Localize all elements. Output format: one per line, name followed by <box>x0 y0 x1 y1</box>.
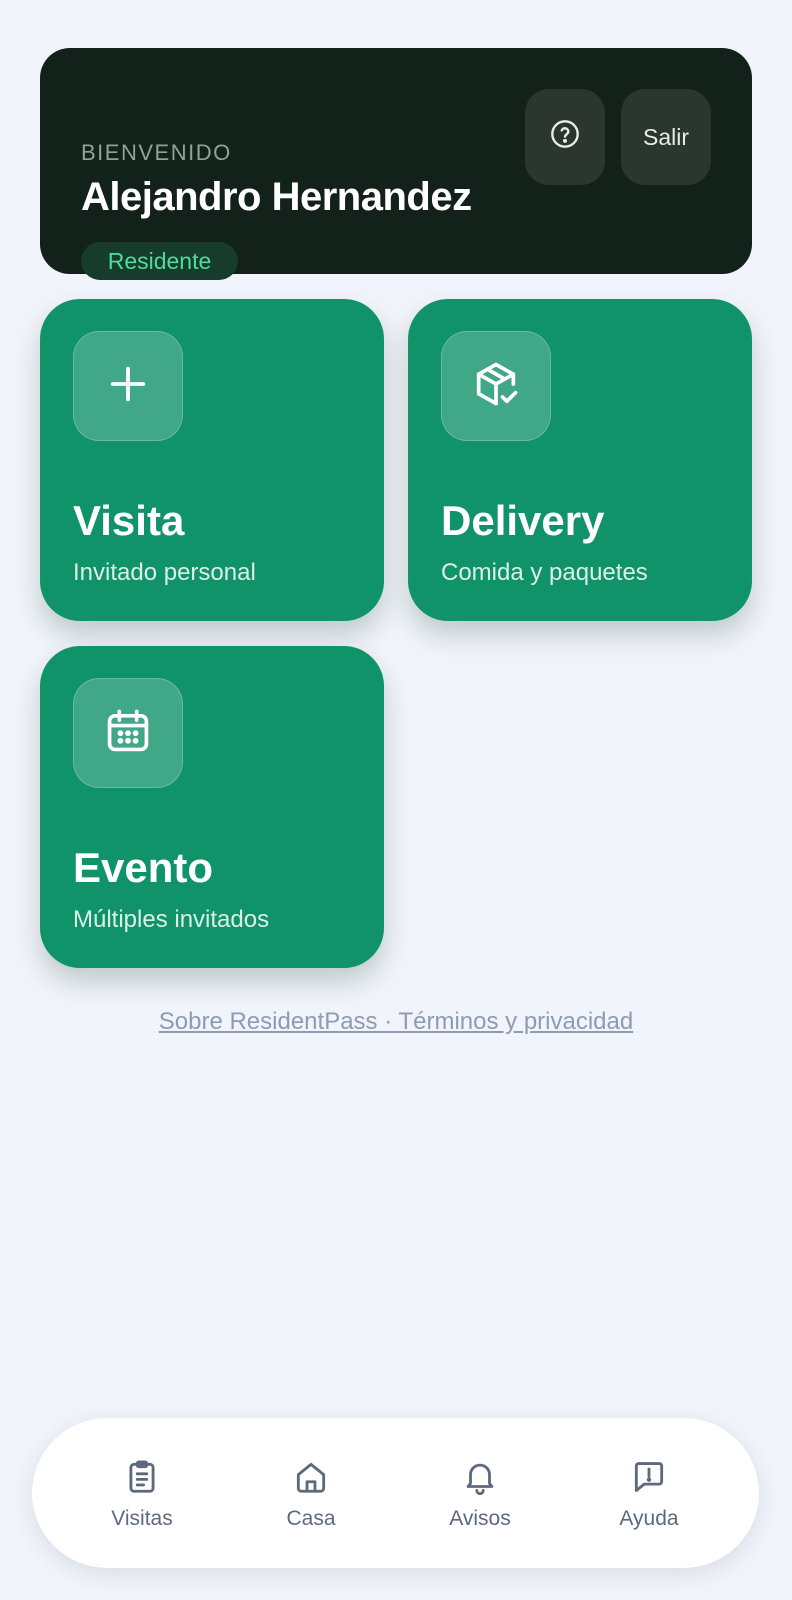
evento-title: Evento <box>73 844 214 891</box>
bottom-nav: Visitas Casa Avisos Ayuda <box>32 1418 759 1568</box>
home-icon <box>292 1458 330 1501</box>
visita-icon-box <box>73 331 183 441</box>
nav-label-visitas: Visitas <box>111 1507 173 1530</box>
about-link[interactable]: Sobre ResidentPass <box>159 1008 378 1035</box>
help-circle-icon <box>549 118 581 156</box>
visita-title: Visita <box>73 497 185 544</box>
nav-label-casa: Casa <box>286 1507 336 1530</box>
plus-icon <box>105 361 151 412</box>
bell-icon <box>461 1458 499 1501</box>
help-button[interactable] <box>525 89 605 185</box>
nav-item-casa[interactable]: Casa <box>251 1458 371 1538</box>
nav-label-ayuda: Ayuda <box>619 1507 679 1530</box>
evento-card[interactable]: Evento Múltiples invitados <box>40 646 384 968</box>
welcome-header-card: BIENVENIDO Alejandro Hernandez Residente… <box>40 48 752 280</box>
user-name: Alejandro Hernandez <box>81 175 472 219</box>
nav-label-avisos: Avisos <box>449 1507 511 1530</box>
delivery-title: Delivery <box>441 497 605 544</box>
nav-item-avisos[interactable]: Avisos <box>420 1458 540 1538</box>
footer-separator: · <box>377 1008 399 1035</box>
calendar-icon <box>102 705 154 762</box>
message-alert-icon <box>630 1458 668 1501</box>
delivery-card[interactable]: Delivery Comida y paquetes <box>408 299 752 621</box>
visita-subtitle: Invitado personal <box>73 559 256 586</box>
visita-card[interactable]: Visita Invitado personal <box>40 299 384 621</box>
evento-icon-box <box>73 678 183 788</box>
evento-subtitle: Múltiples invitados <box>73 906 270 933</box>
clipboard-list-icon <box>123 1458 161 1501</box>
delivery-icon-box <box>441 331 551 441</box>
nav-item-visitas[interactable]: Visitas <box>82 1458 202 1538</box>
footer-links: Sobre ResidentPass · Términos y privacid… <box>0 1008 792 1036</box>
package-check-icon <box>470 358 522 415</box>
welcome-label: BIENVENIDO <box>81 140 232 165</box>
nav-item-ayuda[interactable]: Ayuda <box>589 1458 709 1538</box>
role-badge: Residente <box>81 242 238 280</box>
logout-button[interactable]: Salir <box>621 89 711 185</box>
delivery-subtitle: Comida y paquetes <box>441 559 648 586</box>
terms-link[interactable]: Términos y privacidad <box>398 1008 633 1035</box>
